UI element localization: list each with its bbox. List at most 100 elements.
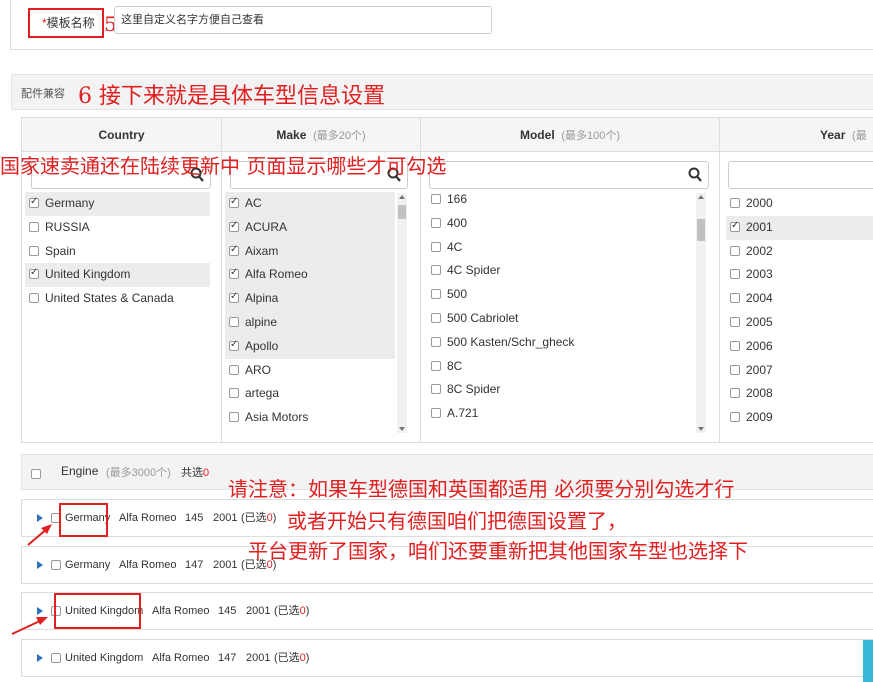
engine-result-row[interactable]: United Kingdom Alfa Romeo 147 2001 (已选0) [21,639,873,677]
make-scrollbar[interactable] [397,193,407,433]
make-checkbox[interactable] [229,290,239,304]
model-checkbox[interactable] [431,384,441,395]
make-checkbox[interactable] [229,219,239,233]
model-option[interactable]: 500 [427,283,697,307]
make-option[interactable]: Aixam [225,239,395,264]
year-option[interactable]: 2006 [726,335,873,359]
model-scroll-thumb[interactable] [697,219,705,241]
year-option[interactable]: 2002 [726,240,873,264]
country-option[interactable]: United Kingdom [25,263,210,288]
make-option[interactable]: ARO [225,359,395,383]
model-checkbox[interactable] [431,336,441,347]
year-option[interactable]: 2000 [726,192,873,216]
country-checkbox[interactable] [29,293,39,304]
year-limit-note: (最 [852,130,867,142]
year-checkbox[interactable] [730,245,740,256]
year-option[interactable]: 2009 [726,406,873,430]
year-option[interactable]: 2004 [726,287,873,311]
model-title: Model [519,128,555,142]
model-option[interactable]: 8C [427,355,697,379]
model-checkbox[interactable] [431,265,441,276]
year-checkbox[interactable] [730,293,740,304]
country-option[interactable]: United States & Canada [25,287,210,311]
model-checkbox[interactable] [431,312,441,323]
country-column-header: Country [22,118,221,152]
make-checkbox[interactable] [229,195,239,209]
result-selected-prefix: (已选 [274,652,300,664]
country-option[interactable]: RUSSIA [25,216,210,240]
year-checkbox[interactable] [730,364,740,375]
year-checkbox[interactable] [730,198,740,208]
make-option[interactable]: Asia Motors [225,406,395,430]
make-option[interactable]: artega [225,382,395,406]
model-checkbox[interactable] [431,194,441,204]
year-option[interactable]: 2003 [726,263,873,287]
country-checkbox[interactable] [29,221,39,232]
country-option[interactable]: Germany [25,192,210,216]
model-scrollbar[interactable] [696,193,706,433]
country-option[interactable]: Spain [25,240,210,264]
country-checkbox[interactable] [29,195,39,209]
model-option[interactable]: A.721 [427,402,697,426]
make-option[interactable]: ACURA [225,215,395,240]
model-option[interactable]: 4C Spider [427,259,697,283]
model-checkbox[interactable] [431,217,441,228]
result-row-checkbox[interactable] [51,560,61,570]
make-checkbox[interactable] [229,412,239,423]
scroll-up-icon[interactable] [399,195,405,199]
expand-triangle-icon[interactable] [37,654,43,662]
make-checkbox[interactable] [229,243,239,257]
model-option[interactable]: 166 [427,188,697,212]
year-option-label: 2009 [746,410,773,425]
country-option-label: United States & Canada [45,291,174,306]
year-search-input[interactable] [728,161,873,189]
model-checkbox[interactable] [431,241,441,252]
country-checkbox[interactable] [29,266,39,280]
year-option[interactable]: 2005 [726,311,873,335]
year-checkbox[interactable] [730,388,740,399]
make-option[interactable]: Alfa Romeo [225,263,395,288]
engine-result-row[interactable]: United Kingdom Alfa Romeo 145 2001 (已选0) [21,592,873,630]
scroll-up-icon[interactable] [698,195,704,199]
make-option[interactable]: Alpina [225,287,395,311]
model-checkbox[interactable] [431,360,441,371]
year-checkbox[interactable] [730,412,740,423]
make-checkbox[interactable] [229,388,239,399]
make-checkbox[interactable] [229,338,239,352]
year-option[interactable]: 2007 [726,359,873,383]
year-option[interactable]: 2008 [726,382,873,406]
scroll-down-icon[interactable] [698,427,704,431]
year-option-label: 2002 [746,243,773,258]
country-checkbox[interactable] [29,245,39,256]
year-list: 2000 2001 2002 2003 2004 2005 2006 2007 2008 2009 [726,192,873,435]
model-option[interactable]: 8C Spider [427,378,697,402]
make-option[interactable]: alpine [225,310,395,335]
scroll-down-icon[interactable] [399,427,405,431]
make-checkbox[interactable] [229,316,239,327]
side-float-tab[interactable] [863,640,873,682]
template-name-input[interactable]: 这里自定义名字方便自己查看 [114,6,492,34]
make-checkbox[interactable] [229,364,239,375]
make-option[interactable]: Apollo [225,334,395,359]
year-option[interactable]: 2001 [726,215,873,240]
model-checkbox[interactable] [431,289,441,300]
make-checkbox[interactable] [229,266,239,280]
model-option[interactable]: 500 Kasten/Schr_gheck [427,331,697,355]
model-search-input[interactable] [429,161,709,189]
year-option-label: 2006 [746,338,773,353]
model-option[interactable]: 4C [427,236,697,260]
year-checkbox[interactable] [730,340,740,351]
model-checkbox[interactable] [431,408,441,419]
year-checkbox[interactable] [730,316,740,327]
expand-triangle-icon[interactable] [37,561,43,569]
result-row-checkbox[interactable] [51,653,61,663]
engine-select-all-checkbox[interactable] [31,469,41,479]
model-option[interactable]: 500 Cabriolet [427,307,697,331]
year-checkbox[interactable] [730,269,740,280]
country-update-annotation: 国家速卖通还在陆续更新中 页面显示哪些才可勾选 [0,154,447,178]
expand-triangle-icon[interactable] [37,514,43,522]
model-option[interactable]: 400 [427,212,697,236]
year-checkbox[interactable] [730,219,740,233]
make-scroll-thumb[interactable] [398,205,406,219]
make-option[interactable]: AC [225,192,395,216]
